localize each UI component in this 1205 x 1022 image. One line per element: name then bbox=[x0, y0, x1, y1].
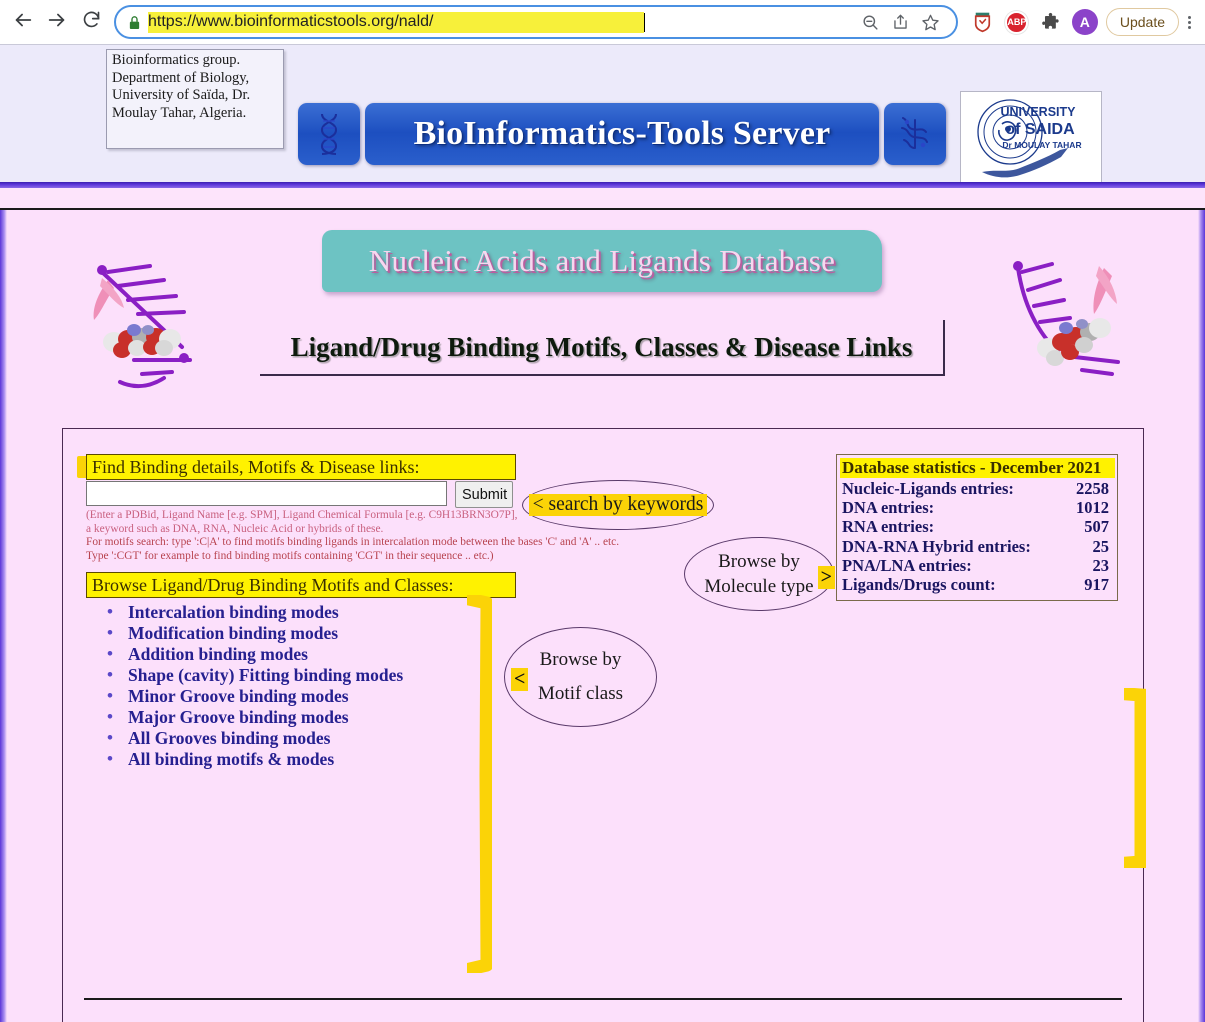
stat-value: 2258 bbox=[1076, 479, 1109, 498]
stat-value: 1012 bbox=[1076, 498, 1109, 518]
browser-toolbar: https://www.bioinformaticstools.org/nald… bbox=[0, 0, 1205, 44]
stat-value: 507 bbox=[1084, 517, 1109, 537]
page-title-plate: Nucleic Acids and Ligands Database bbox=[322, 230, 882, 292]
affiliation-box: Bioinformatics group. Department of Biol… bbox=[106, 49, 284, 149]
browse-section-label: Browse Ligand/Drug Binding Motifs and Cl… bbox=[86, 572, 516, 598]
reload-button[interactable] bbox=[74, 5, 108, 39]
svg-text:of SAIDA: of SAIDA bbox=[1005, 121, 1075, 138]
banner-title: BioInformatics-Tools Server bbox=[413, 115, 831, 152]
site-banner[interactable]: BioInformatics-Tools Server bbox=[298, 103, 946, 165]
search-hint-line: For motifs search: type ':C|A' to find m… bbox=[86, 536, 620, 549]
submit-button[interactable]: Submit bbox=[455, 481, 513, 508]
address-bar-text[interactable]: https://www.bioinformaticstools.org/nald… bbox=[148, 11, 645, 33]
list-item[interactable]: Shape (cavity) Fitting binding modes bbox=[107, 664, 498, 686]
profile-avatar[interactable]: A bbox=[1070, 7, 1100, 37]
adblock-plus-icon[interactable]: ABP bbox=[1002, 7, 1032, 37]
list-item[interactable]: All Grooves binding modes bbox=[107, 727, 498, 749]
affiliation-line: Moulay Tahar, Algeria. bbox=[112, 104, 247, 121]
stat-label: PNA/LNA entries: bbox=[842, 555, 972, 575]
list-item[interactable]: Intercalation binding modes bbox=[107, 601, 498, 623]
page-title: Nucleic Acids and Ligands Database bbox=[368, 243, 836, 278]
page-subtitle-box: Ligand/Drug Binding Motifs, Classes & Di… bbox=[260, 320, 945, 376]
annotation-text: < search by keywords bbox=[528, 494, 708, 516]
find-section-label: Find Binding details, Motifs & Disease l… bbox=[86, 454, 516, 480]
table-row: PNA/LNA entries: 23 bbox=[837, 556, 1117, 575]
stat-label: RNA entries: bbox=[842, 517, 935, 537]
highlighter-bracket-left bbox=[461, 591, 494, 977]
annotation-text: Browse by bbox=[718, 551, 800, 572]
protein-structure-icon bbox=[884, 103, 946, 165]
lock-icon bbox=[128, 15, 141, 30]
list-item[interactable]: Addition binding modes bbox=[107, 643, 498, 665]
statistics-title-text: Database statistics bbox=[842, 458, 976, 477]
page-left-border bbox=[0, 210, 7, 1022]
affiliation-line: Bioinformatics group. bbox=[112, 52, 241, 68]
search-input[interactable] bbox=[86, 481, 447, 506]
annotation-text: Motif class bbox=[538, 683, 623, 704]
stat-value: 917 bbox=[1084, 575, 1109, 595]
svg-text:UNIVERSITY: UNIVERSITY bbox=[1000, 105, 1076, 119]
back-arrow-icon bbox=[12, 9, 34, 36]
section-divider bbox=[84, 998, 1122, 1000]
page-body: Nucleic Acids and Ligands Database Ligan… bbox=[0, 208, 1205, 1022]
list-item[interactable]: Minor Groove binding modes bbox=[107, 685, 498, 707]
nucleic-acid-ligand-structure-image-left bbox=[72, 242, 207, 402]
table-row: Nucleic-Ligands entries: 2258 bbox=[837, 479, 1117, 498]
search-hint-line: a keyword such as DNA, RNA, Nucleic Acid… bbox=[86, 522, 384, 535]
list-item[interactable]: Major Groove binding modes bbox=[107, 706, 498, 728]
database-statistics-panel: Database statistics - December 2021 Nucl… bbox=[836, 454, 1118, 601]
annotation-text: Browse by bbox=[539, 649, 622, 670]
zoom-out-icon[interactable] bbox=[856, 7, 886, 37]
stat-label: Nucleic-Ligands entries: bbox=[842, 479, 1014, 498]
address-bar[interactable]: https://www.bioinformaticstools.org/nald… bbox=[114, 5, 958, 39]
highlighter-bracket-right bbox=[1120, 687, 1148, 870]
table-row: RNA entries: 507 bbox=[837, 517, 1117, 536]
affiliation-line: University of Saïda, Dr. bbox=[112, 87, 251, 103]
stat-label: DNA-RNA Hybrid entries: bbox=[842, 536, 1031, 556]
page-subtitle: Ligand/Drug Binding Motifs, Classes & Di… bbox=[290, 331, 913, 362]
annotation-browse-by-motif-class: Browse by Motif class < bbox=[504, 627, 657, 727]
bookmark-star-icon[interactable] bbox=[916, 7, 946, 37]
extension-shield-icon[interactable] bbox=[968, 7, 998, 37]
statistics-title-dash: - bbox=[975, 458, 990, 477]
list-item[interactable]: Modification binding modes bbox=[107, 622, 498, 644]
university-of-saida-logo: UNIVERSITY of SAIDA Dr MOULAY TAHAR bbox=[960, 91, 1102, 182]
reload-icon bbox=[81, 9, 102, 35]
text-cursor bbox=[644, 12, 646, 32]
stat-label: DNA entries: bbox=[842, 498, 935, 518]
annotation-text: Molecule type bbox=[704, 576, 814, 597]
stat-value: 25 bbox=[1092, 536, 1110, 556]
site-header: Bioinformatics group. Department of Biol… bbox=[0, 44, 1205, 182]
extensions-puzzle-icon[interactable] bbox=[1036, 7, 1066, 37]
browse-list: Intercalation binding modes Modification… bbox=[98, 601, 498, 770]
search-hint-line: Type ':CGT' for example to find binding … bbox=[86, 549, 494, 562]
page-right-border bbox=[1198, 210, 1205, 1022]
statistics-title: Database statistics - December 2021 bbox=[840, 458, 1115, 478]
table-row: DNA entries: 1012 bbox=[837, 498, 1117, 517]
list-item[interactable]: All binding motifs & modes bbox=[107, 748, 498, 770]
affiliation-line: Department of Biology, bbox=[112, 69, 250, 86]
nucleic-acid-ligand-structure-image-right bbox=[1000, 242, 1145, 402]
svg-text:Dr MOULAY TAHAR: Dr MOULAY TAHAR bbox=[1002, 140, 1081, 150]
stat-value: 23 bbox=[1092, 555, 1110, 575]
kebab-menu-icon[interactable] bbox=[1179, 7, 1199, 37]
avatar: A bbox=[1071, 9, 1098, 35]
update-button[interactable]: Update bbox=[1105, 8, 1179, 36]
header-gap bbox=[0, 188, 1205, 208]
dna-helix-icon bbox=[298, 103, 360, 165]
annotation-search-by-keywords: < search by keywords bbox=[522, 480, 714, 530]
back-button[interactable] bbox=[6, 5, 40, 39]
forward-button[interactable] bbox=[40, 5, 74, 39]
table-row: Ligands/Drugs count: 917 bbox=[837, 575, 1117, 594]
abp-badge: ABP bbox=[1005, 10, 1029, 34]
annotation-marker: > bbox=[817, 566, 835, 589]
share-icon[interactable] bbox=[886, 7, 916, 37]
stat-label: Ligands/Drugs count: bbox=[842, 575, 996, 595]
annotation-marker: < bbox=[511, 668, 529, 691]
statistics-title-month: December 2021 bbox=[989, 458, 1102, 477]
table-row: DNA-RNA Hybrid entries: 25 bbox=[837, 537, 1117, 556]
annotation-browse-by-molecule-type: Browse by Molecule type > bbox=[684, 537, 835, 611]
forward-arrow-icon bbox=[46, 9, 68, 36]
banner-main: BioInformatics-Tools Server bbox=[365, 103, 879, 165]
